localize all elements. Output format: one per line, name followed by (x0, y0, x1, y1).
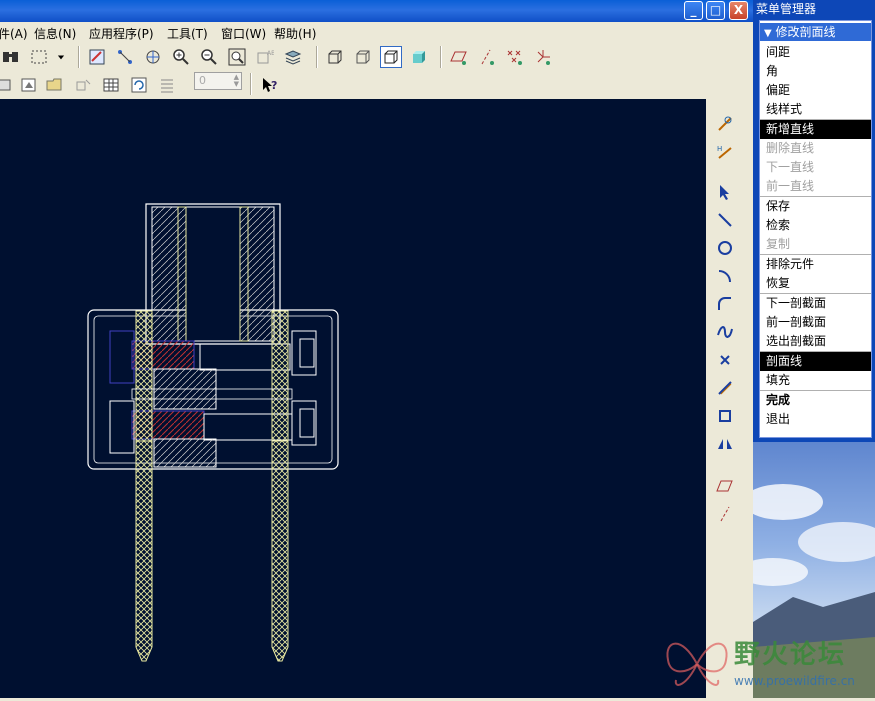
saved-views-icon[interactable]: AB (254, 46, 276, 68)
datum-plane-icon[interactable] (448, 46, 470, 68)
svg-text:?: ? (271, 79, 277, 92)
menu-item[interactable]: 新增直线 (760, 120, 871, 139)
dimension-display-icon[interactable]: H (714, 141, 736, 163)
chevron-down-icon[interactable] (54, 46, 68, 68)
orient-icon[interactable] (142, 46, 164, 68)
model-icon[interactable] (0, 74, 16, 96)
context-help-icon[interactable]: ? (258, 74, 280, 96)
move-icon[interactable] (72, 74, 94, 96)
menu-item[interactable]: 剖面线 (760, 352, 871, 371)
sketch-toolbar: H (706, 99, 753, 698)
menu-item[interactable]: 角 (760, 62, 871, 81)
fillet-tool-icon[interactable] (714, 293, 736, 315)
menu-item: 前一直线 (766, 179, 815, 193)
hidden-line-icon[interactable] (352, 46, 374, 68)
svg-text:H: H (717, 145, 722, 153)
menu-item[interactable]: 选出剖截面 (760, 332, 871, 351)
zoom-out-icon[interactable] (198, 46, 220, 68)
rectangle-tool-icon[interactable] (714, 405, 736, 427)
menu-item[interactable]: 排除元件 (760, 255, 871, 274)
menu-item: 下一直线 (766, 160, 815, 174)
wireframe-icon[interactable] (324, 46, 346, 68)
svg-text:AB: AB (267, 50, 274, 57)
axis-tool-icon[interactable] (714, 503, 736, 525)
plane-tool-icon[interactable] (714, 475, 736, 497)
menu-info[interactable]: 信息(N) (34, 25, 76, 42)
menu-window[interactable]: 窗口(W) (221, 25, 266, 42)
menu-header-label: 修改剖面线 (775, 25, 836, 39)
layers-icon[interactable] (282, 46, 304, 68)
menu-item[interactable]: 线样式 (760, 100, 871, 119)
use-edge-icon[interactable] (714, 377, 736, 399)
drawing-icon[interactable] (18, 74, 40, 96)
menu-manager: 菜单管理器 ▼ 修改剖面线 间距角偏距 线样式 新增直线删除直线下一直线前一直线保存… (753, 0, 875, 450)
menu-applications[interactable]: 应用程序(P) (89, 25, 154, 42)
main-toolbar: AB (0, 42, 753, 72)
list-icon[interactable] (156, 74, 178, 96)
circle-tool-icon[interactable] (714, 237, 736, 259)
watermark-title: 野火论坛 (734, 640, 847, 670)
line-tool-icon[interactable] (714, 209, 736, 231)
table-icon[interactable] (100, 74, 122, 96)
minimize-button[interactable]: _ (684, 1, 703, 20)
menu-item[interactable]: 检索 (760, 216, 871, 235)
spin-center-icon[interactable] (114, 46, 136, 68)
close-button[interactable]: X (729, 1, 748, 20)
triangle-down-icon: ▼ (764, 28, 772, 39)
graphics-canvas[interactable] (0, 99, 706, 698)
menu-manager-title: 菜单管理器 (756, 2, 817, 16)
datum-axis-icon[interactable] (476, 46, 498, 68)
select-box-icon[interactable] (28, 46, 50, 68)
mirror-tool-icon[interactable] (714, 433, 736, 455)
no-hidden-icon[interactable] (380, 46, 402, 68)
point-tool-icon[interactable] (714, 349, 736, 371)
menubar: 文件(A) 信息(N) 应用程序(P) 工具(T) 窗口(W) 帮助(H) (0, 22, 753, 42)
maximize-button[interactable]: □ (706, 1, 725, 20)
watermark-url: www.proewildfire.cn (734, 674, 855, 688)
menu-item: 删除直线 (766, 141, 815, 155)
menu-item[interactable]: 填充 (760, 371, 871, 390)
menu-item[interactable]: 下一剖截面 (760, 294, 871, 313)
forum-watermark: 野火论坛 www.proewildfire.cn (662, 630, 875, 698)
menu-header[interactable]: ▼ 修改剖面线 (760, 23, 871, 41)
binoculars-icon[interactable] (0, 46, 22, 68)
menu-item: 复制 (766, 237, 791, 251)
menu-manager-body: ▼ 修改剖面线 间距角偏距 线样式 新增直线删除直线下一直线前一直线保存 检索复制排除… (759, 20, 872, 438)
menu-item[interactable]: 恢复 (760, 274, 871, 293)
menu-file[interactable]: 文件(A) (0, 25, 28, 42)
spinner-value: 0 (199, 74, 206, 87)
refit-icon[interactable] (226, 46, 248, 68)
window-titlebar: _ □ X (0, 0, 753, 22)
menu-help[interactable]: 帮助(H) (274, 25, 316, 42)
shading-icon[interactable] (408, 46, 430, 68)
spinner-arrows-icon[interactable]: ▲ ▼ (234, 74, 239, 88)
menu-tools[interactable]: 工具(T) (167, 25, 208, 42)
coordinate-system-icon[interactable] (532, 46, 554, 68)
spline-tool-icon[interactable] (714, 321, 736, 343)
regenerate-icon[interactable] (128, 74, 150, 96)
arc-tool-icon[interactable] (714, 265, 736, 287)
butterfly-logo-icon (666, 642, 728, 686)
datum-point-icon[interactable] (504, 46, 526, 68)
secondary-toolbar: 0 ▲ ▼ ? (0, 72, 753, 99)
zoom-in-icon[interactable] (170, 46, 192, 68)
folder-icon[interactable] (44, 74, 66, 96)
menu-item[interactable]: 退出 (760, 410, 871, 429)
menu-item[interactable]: 偏距 (760, 81, 871, 100)
menu-item[interactable]: 保存 (760, 197, 871, 216)
menu-item[interactable]: 前一剖截面 (760, 313, 871, 332)
sketch-display-icon[interactable] (714, 113, 736, 135)
menu-item[interactable]: 完成 (760, 391, 871, 410)
spinner-input[interactable]: 0 ▲ ▼ (194, 72, 242, 90)
menu-item[interactable]: 间距 (760, 43, 871, 62)
repaint-icon[interactable] (86, 46, 108, 68)
section-drawing (87, 203, 339, 662)
select-arrow-icon[interactable] (714, 181, 736, 203)
